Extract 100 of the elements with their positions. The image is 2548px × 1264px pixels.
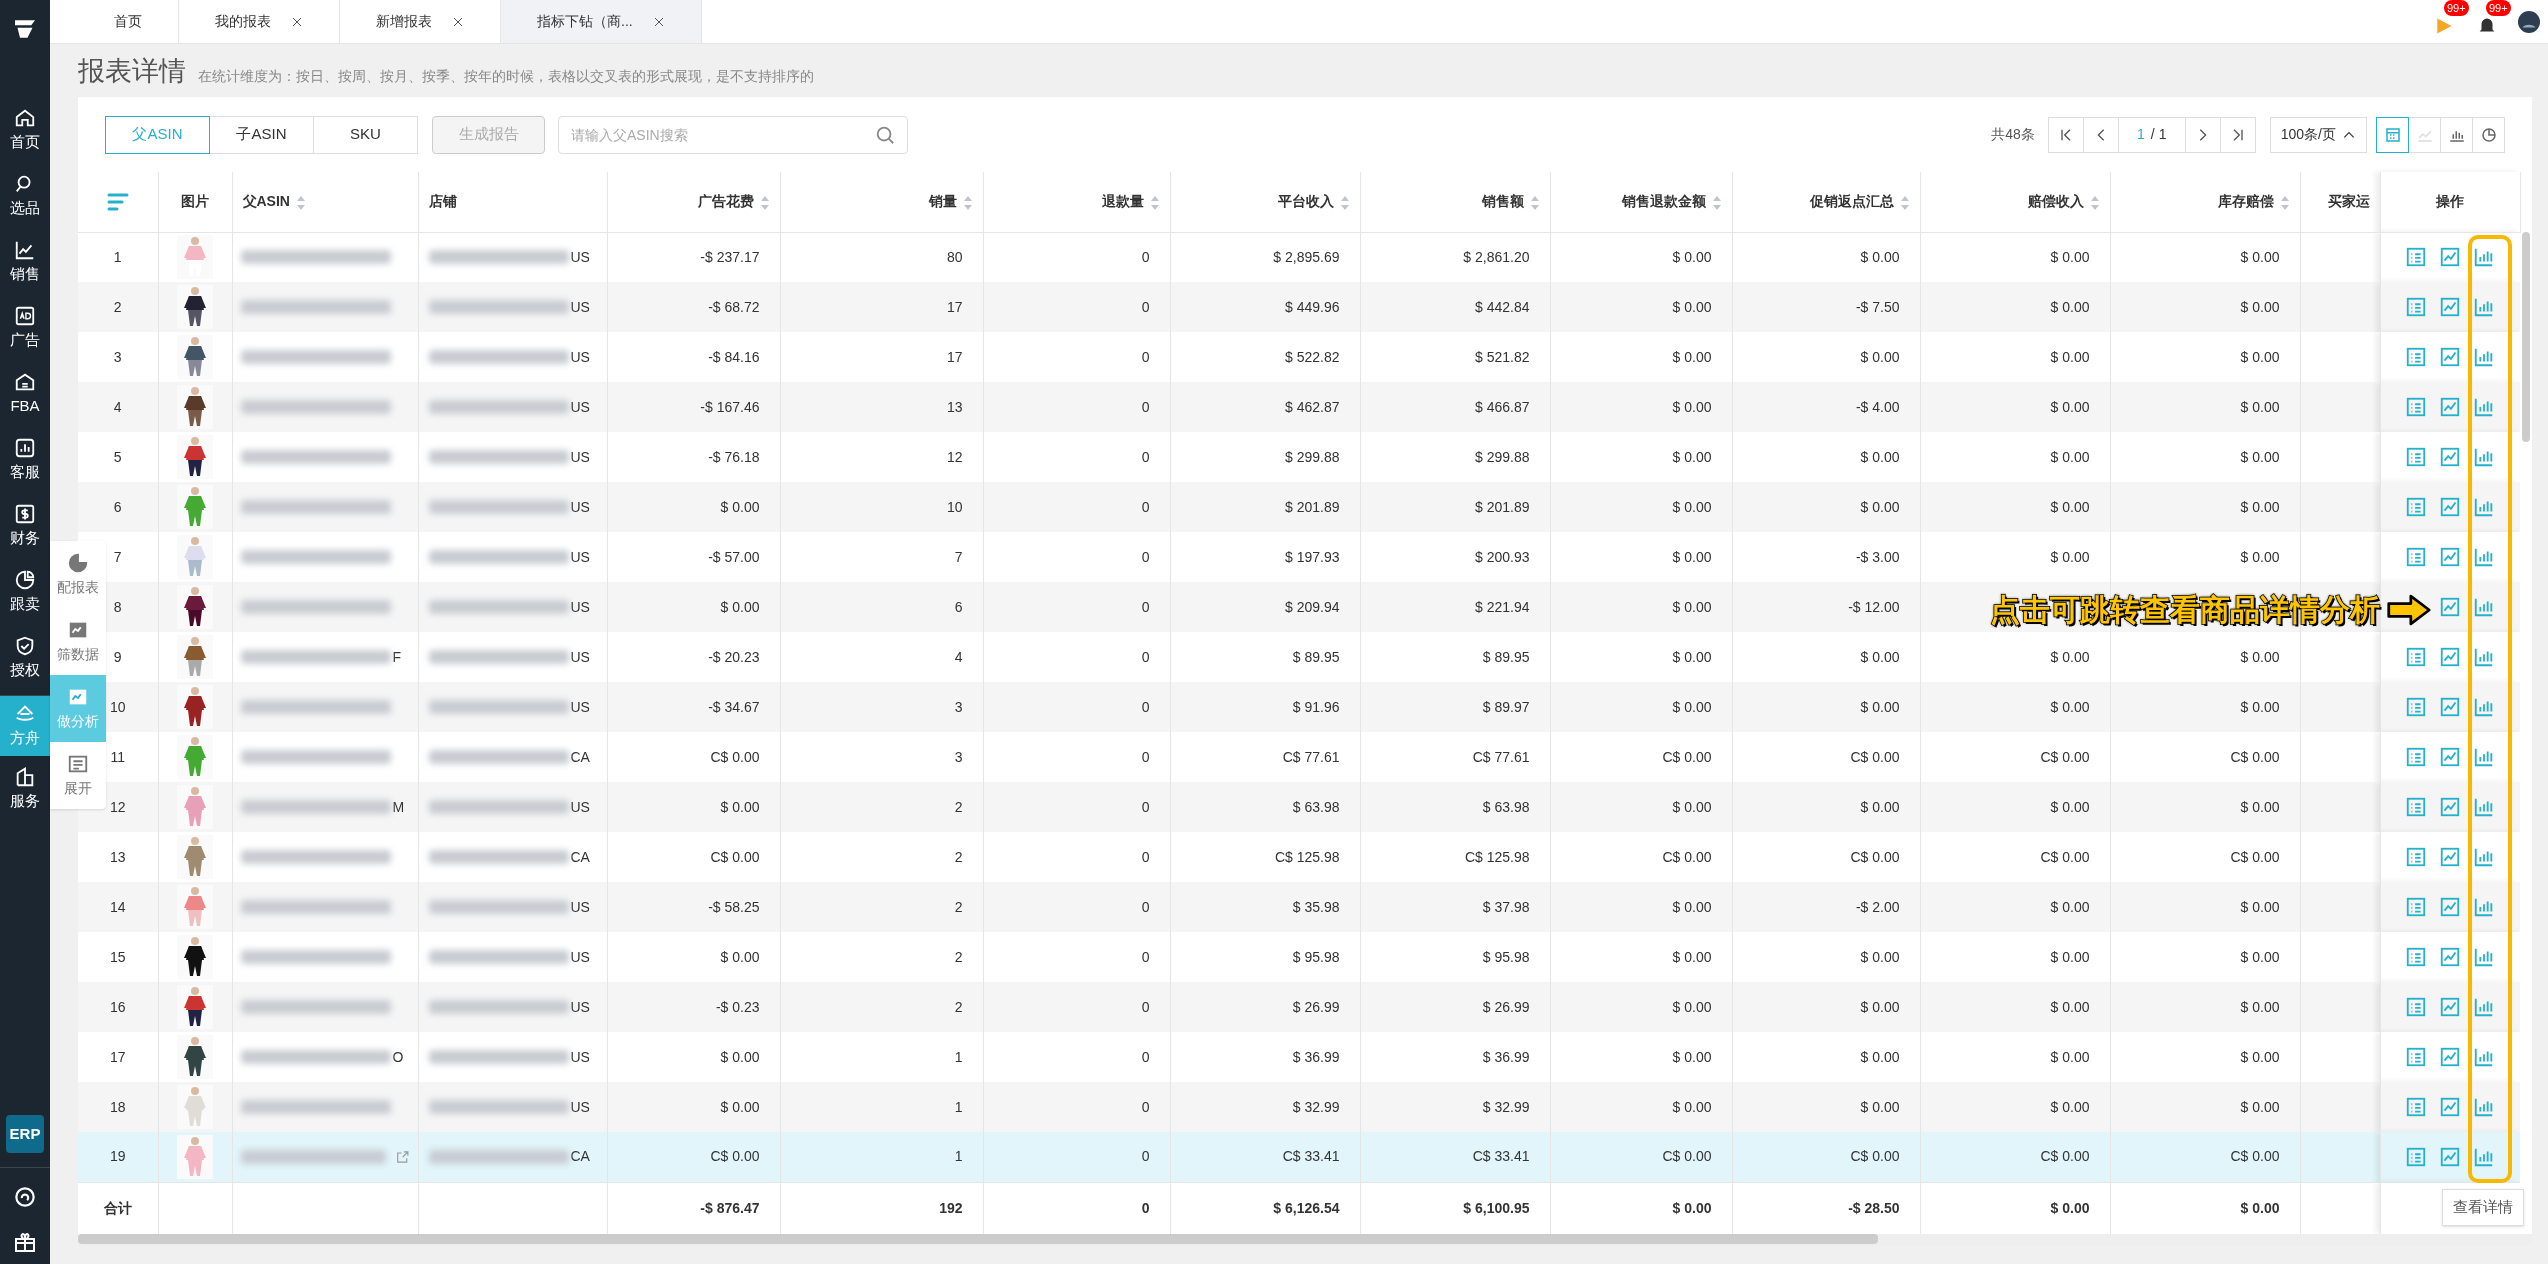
table-cell: $ 37.98 xyxy=(1482,898,1530,915)
row-number: 1 xyxy=(113,248,122,265)
row-number: 12 xyxy=(109,798,126,815)
table-cell: $ 0.00 xyxy=(1672,448,1712,465)
sidebar-item[interactable]: FBA xyxy=(0,361,50,427)
table-cell: -$ 34.67 xyxy=(708,698,760,715)
row-number: 3 xyxy=(113,348,122,365)
table-cell: $ 89.95 xyxy=(1482,648,1530,665)
asin-text: O xyxy=(392,1047,404,1067)
store-region: US xyxy=(570,697,590,717)
table-cell: $ 0.00 xyxy=(2240,248,2280,265)
page-size-select[interactable]: 100条/页 xyxy=(2269,116,2367,153)
segment-tab[interactable]: SKU xyxy=(313,115,418,154)
table-cell: C$ 0.00 xyxy=(2040,748,2090,765)
row-number: 7 xyxy=(113,548,122,565)
segment-tab[interactable]: 子ASIN xyxy=(209,115,314,154)
table-cell: 7 xyxy=(954,548,963,565)
table-cell: $ 0.00 xyxy=(2240,998,2280,1015)
row-number: 15 xyxy=(109,948,126,965)
table-cell: $ 0.00 xyxy=(1672,598,1712,615)
table-cell: $ 26.99 xyxy=(1482,998,1530,1015)
row-number: 17 xyxy=(109,1048,126,1065)
table-cell: $ 449.96 xyxy=(1285,298,1340,315)
table-cell: $ 0.00 xyxy=(1860,798,1900,815)
table-cell: $ 299.88 xyxy=(1475,448,1530,465)
table-cell: $ 0.00 xyxy=(2240,348,2280,365)
column-header: 店铺 xyxy=(428,193,457,210)
table-cell: $ 522.82 xyxy=(1285,348,1340,365)
table-cell: $ 0.00 xyxy=(1860,448,1900,465)
table-cell: -$ 58.25 xyxy=(708,898,760,915)
store-region: US xyxy=(570,1097,590,1117)
sidebar-item[interactable]: 销售 xyxy=(0,229,50,295)
table-cell: $ 466.87 xyxy=(1475,398,1530,415)
row-number: 11 xyxy=(110,748,125,765)
store-region: CA xyxy=(570,1147,590,1167)
table-cell: $ 0.00 xyxy=(2050,698,2090,715)
table-cell: $ 0.00 xyxy=(2240,448,2280,465)
table-cell: $ 0.00 xyxy=(2050,398,2090,415)
table-cell: $ 0.00 xyxy=(1672,398,1712,415)
store-region: US xyxy=(570,247,590,267)
total-cell: $ 6,100.95 xyxy=(1463,1199,1530,1216)
table-cell: $ 0.00 xyxy=(1672,248,1712,265)
table-cell: $ 0.00 xyxy=(1860,948,1900,965)
table-cell: $ 521.82 xyxy=(1475,348,1530,365)
column-header: 图片 xyxy=(181,193,209,210)
table-cell: $ 442.84 xyxy=(1475,298,1530,315)
table-cell: C$ 0.00 xyxy=(2040,1148,2090,1165)
table-cell: $ 95.98 xyxy=(1292,948,1340,965)
sidebar-item[interactable]: 财务 xyxy=(0,493,50,559)
sidebar-item[interactable]: 跟卖 xyxy=(0,559,50,625)
table-cell: $ 26.99 xyxy=(1292,998,1340,1015)
table-cell: C$ 0.00 xyxy=(1850,1148,1900,1165)
store-region: US xyxy=(570,297,590,317)
table-cell: $ 0.00 xyxy=(2240,498,2280,515)
table-cell: $ 0.00 xyxy=(2050,298,2090,315)
store-region: CA xyxy=(570,847,590,867)
table-cell: $ 32.99 xyxy=(1292,1098,1340,1115)
table-cell: $ 0.00 xyxy=(2240,1048,2280,1065)
menu-item[interactable]: 配报表 xyxy=(50,541,106,608)
row-number: 19 xyxy=(109,1148,126,1165)
tab[interactable]: 指标下钻（商... xyxy=(501,0,702,43)
table-cell: 0 xyxy=(1141,648,1150,665)
table-cell: $ 0.00 xyxy=(720,1098,760,1115)
table-cell: $ 89.95 xyxy=(1292,648,1340,665)
sidebar-item[interactable]: 选品 xyxy=(0,163,50,229)
sidebar-item[interactable]: 首页 xyxy=(0,97,50,163)
column-header: 销售额 xyxy=(1481,193,1524,210)
table-cell: 1 xyxy=(954,1048,963,1065)
sidebar-item[interactable]: 客服 xyxy=(0,427,50,493)
store-region: US xyxy=(570,797,590,817)
table-cell: 1 xyxy=(954,1148,963,1165)
table-cell: $ 0.00 xyxy=(2050,1098,2090,1115)
menu-item[interactable]: 展开 xyxy=(50,742,106,809)
table-cell: 17 xyxy=(946,348,963,365)
table-cell: -$ 167.46 xyxy=(700,398,760,415)
table-cell: 0 xyxy=(1141,748,1150,765)
table-cell: $ 0.00 xyxy=(2050,648,2090,665)
store-region: US xyxy=(570,397,590,417)
table-cell: $ 0.00 xyxy=(2240,648,2280,665)
erp-badge[interactable]: ERP xyxy=(6,1115,44,1153)
table-cell: C$ 0.00 xyxy=(710,1148,760,1165)
table-cell: $ 0.00 xyxy=(2240,948,2280,965)
row-number: 2 xyxy=(113,298,122,315)
table-cell: 17 xyxy=(946,298,963,315)
store-region: US xyxy=(570,347,590,367)
sidebar-item[interactable]: 广告 xyxy=(0,295,50,361)
search-field[interactable]: 请输入父ASIN搜索 xyxy=(558,115,908,154)
table-cell: C$ 0.00 xyxy=(2040,848,2090,865)
store-region: US xyxy=(570,647,590,667)
table-cell: $ 0.00 xyxy=(2050,548,2090,565)
menu-item[interactable]: 筛数据 xyxy=(50,608,106,675)
table-cell: $ 0.00 xyxy=(720,798,760,815)
table-cell: C$ 0.00 xyxy=(710,748,760,765)
sidebar-item[interactable]: 服务 xyxy=(0,756,50,822)
table-cell: $ 0.00 xyxy=(1672,498,1712,515)
store-region: US xyxy=(570,497,590,517)
table-cell: -$ 3.00 xyxy=(1855,548,1900,565)
page-title: 报表详情 xyxy=(78,54,186,88)
table-cell: $ 201.89 xyxy=(1475,498,1530,515)
sidebar-item[interactable]: 授权 xyxy=(0,625,50,691)
